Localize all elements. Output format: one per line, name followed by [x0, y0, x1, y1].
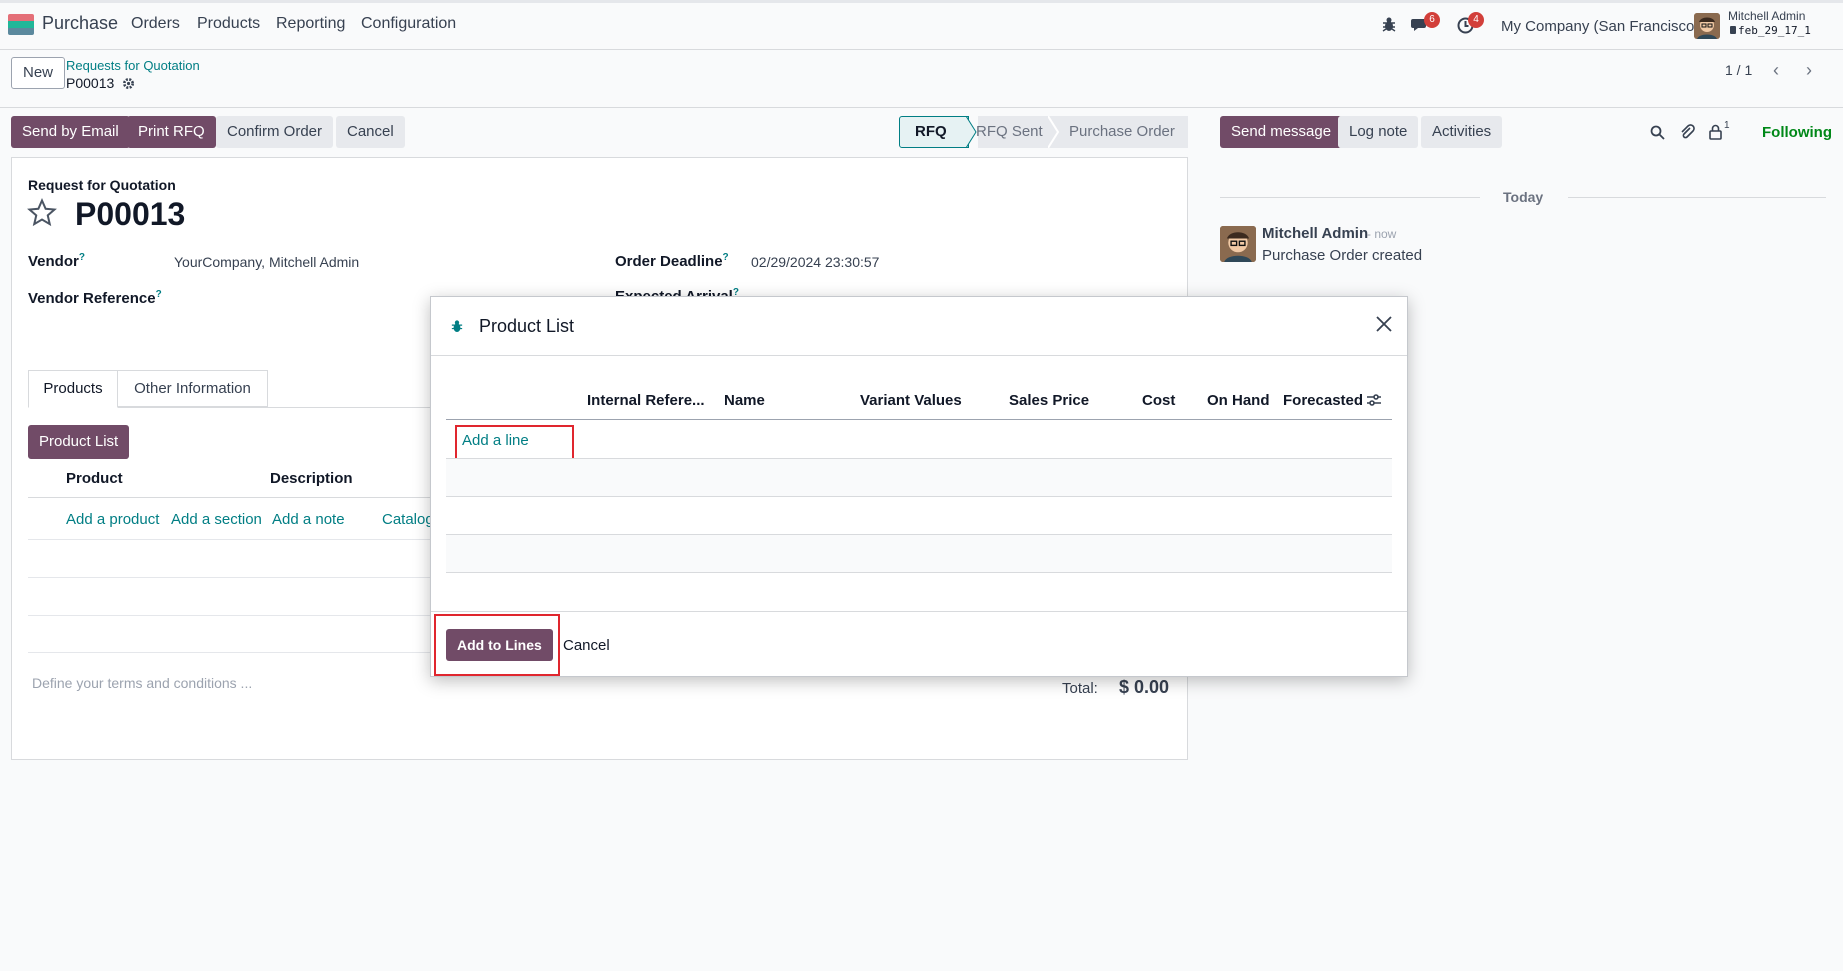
paperclip-icon[interactable] [1679, 124, 1695, 144]
document-name[interactable]: P00013 [75, 196, 185, 233]
breadcrumb-current: P00013 [66, 75, 115, 91]
dialog-row-border [446, 572, 1392, 573]
status-step-rfq-sent[interactable]: RFQ Sent [976, 116, 1043, 148]
company-switcher[interactable]: My Company (San Francisco) [1501, 18, 1699, 35]
column-product[interactable]: Product [66, 470, 123, 487]
tab-products-label: Products [43, 380, 103, 397]
new-button[interactable]: New [11, 57, 66, 89]
pager-next-icon[interactable]: › [1806, 60, 1812, 81]
dialog-title: Product List [479, 316, 575, 336]
messages-badge: 6 [1424, 12, 1440, 28]
menu-configuration[interactable]: Configuration [361, 15, 456, 33]
column-forecasted[interactable]: Forecasted [1283, 392, 1363, 409]
database-name: feb_29_17_1 [1730, 24, 1811, 37]
message-time: - now [1367, 227, 1397, 241]
column-on-hand[interactable]: On Hand [1207, 392, 1270, 409]
priority-star-icon[interactable] [27, 198, 57, 232]
message-author[interactable]: Mitchell Admin [1262, 225, 1368, 242]
order-deadline-label: Order Deadline? [615, 252, 729, 270]
order-deadline-help-icon[interactable]: ? [723, 252, 729, 263]
dialog-empty-row [446, 459, 1392, 496]
add-line-link[interactable]: Add a line [462, 432, 529, 449]
column-sales-price[interactable]: Sales Price [1009, 392, 1089, 409]
optional-columns-toggle-icon[interactable] [1366, 393, 1382, 411]
followers-lock-icon[interactable] [1709, 124, 1722, 144]
breadcrumb-parent[interactable]: Requests for Quotation [66, 58, 200, 73]
expected-arrival-label: Expected Arrival? [615, 287, 739, 296]
tab-other-information-label: Other Information [134, 380, 251, 397]
search-icon[interactable] [1650, 125, 1665, 144]
pager-previous-icon[interactable]: ‹ [1773, 60, 1779, 81]
total-label: Total: [1062, 680, 1098, 697]
vendor-help-icon[interactable]: ? [79, 252, 85, 263]
cancel-order-button[interactable]: Cancel [336, 116, 405, 148]
purchase-app-icon[interactable] [8, 14, 34, 35]
column-variant-values[interactable]: Variant Values [860, 392, 962, 409]
followers-count: 1 [1724, 120, 1730, 131]
menu-reporting[interactable]: Reporting [276, 15, 345, 33]
tab-products[interactable]: Products [28, 370, 118, 408]
user-avatar[interactable] [1694, 13, 1720, 39]
order-deadline-label-text: Order Deadline [615, 253, 723, 270]
catalog-link[interactable]: Catalog [382, 511, 434, 528]
column-description[interactable]: Description [270, 470, 353, 487]
following-button[interactable]: Following [1762, 124, 1832, 141]
activities-button[interactable]: Activities [1421, 116, 1503, 148]
app-name[interactable]: Purchase [42, 13, 118, 34]
tab-other-information[interactable]: Other Information [118, 370, 268, 407]
confirm-order-button[interactable]: Confirm Order [216, 116, 334, 148]
dialog-table-header-border [446, 419, 1392, 420]
gear-icon[interactable] [122, 77, 135, 94]
order-deadline-value[interactable]: 02/29/2024 23:30:57 [751, 254, 879, 270]
column-cost[interactable]: Cost [1142, 392, 1175, 409]
total-value: $ 0.00 [1119, 677, 1170, 697]
send-message-button[interactable]: Send message [1220, 116, 1343, 148]
status-chevron-icon-2 [1048, 116, 1060, 148]
vendor-reference-label-text: Vendor Reference [28, 290, 156, 307]
date-divider-left [1220, 197, 1480, 198]
message-author-avatar[interactable] [1220, 226, 1256, 262]
product-list-button[interactable]: Product List [28, 425, 130, 459]
close-icon[interactable] [1375, 315, 1393, 337]
column-name[interactable]: Name [724, 392, 765, 409]
vendor-label: Vendor? [28, 252, 85, 270]
expected-arrival-label-text: Expected Arrival [615, 288, 733, 296]
vendor-reference-label: Vendor Reference? [28, 289, 162, 307]
vendor-value[interactable]: YourCompany, Mitchell Admin [174, 254, 359, 270]
message-body: Purchase Order created [1262, 247, 1423, 264]
menu-orders[interactable]: Orders [131, 15, 180, 33]
dialog-footer-border [431, 611, 1407, 612]
dialog-cancel-button[interactable]: Cancel [563, 637, 610, 654]
debug-bug-icon-dialog [451, 319, 463, 337]
print-rfq-button[interactable]: Print RFQ [127, 116, 216, 148]
database-name-text: feb_29_17_1 [1738, 24, 1811, 37]
user-name[interactable]: Mitchell Admin [1728, 9, 1805, 23]
terms-conditions-field[interactable]: Define your terms and conditions ... [32, 675, 252, 691]
log-note-button[interactable]: Log note [1338, 116, 1419, 148]
control-panel-divider [0, 107, 1843, 108]
dialog-empty-row [446, 535, 1392, 572]
vendor-reference-help-icon[interactable]: ? [156, 289, 162, 300]
activities-badge: 4 [1468, 12, 1484, 28]
status-step-purchase-order[interactable]: Purchase Order [1069, 116, 1175, 148]
expected-arrival-help-icon[interactable]: ? [733, 287, 739, 296]
database-icon [1730, 26, 1736, 34]
add-product-link[interactable]: Add a product [66, 511, 159, 528]
add-note-link[interactable]: Add a note [272, 511, 345, 528]
dialog-header-border [431, 355, 1407, 356]
add-section-link[interactable]: Add a section [171, 511, 262, 528]
debug-bug-icon[interactable] [1382, 16, 1396, 36]
add-to-lines-button[interactable]: Add to Lines [446, 629, 553, 661]
status-step-rfq[interactable]: RFQ [915, 116, 947, 148]
vendor-label-text: Vendor [28, 253, 79, 270]
date-divider-label: Today [1503, 189, 1544, 205]
date-divider-right [1568, 197, 1826, 198]
column-internal-reference[interactable]: Internal Refere... [587, 392, 705, 409]
pager-value[interactable]: 1 / 1 [1725, 62, 1752, 78]
dialog-row-border [446, 496, 1392, 497]
document-type-label: Request for Quotation [28, 177, 176, 193]
menu-products[interactable]: Products [197, 15, 260, 33]
send-by-email-button[interactable]: Send by Email [11, 116, 130, 148]
